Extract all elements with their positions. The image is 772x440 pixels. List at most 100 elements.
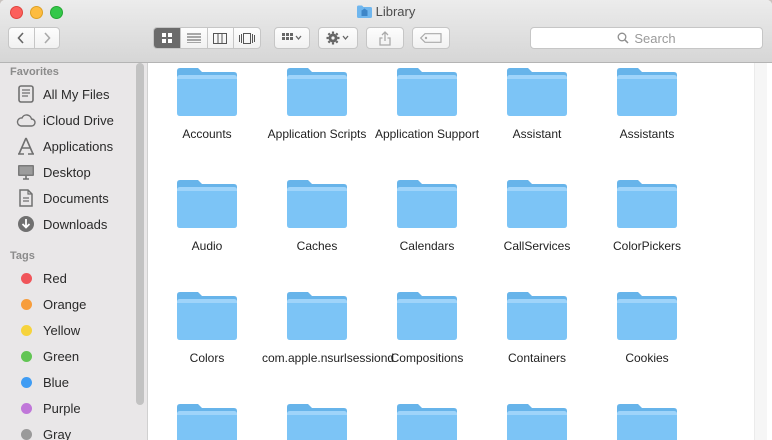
chevron-left-icon: [17, 32, 24, 44]
window-title: Library: [0, 4, 772, 21]
folder-icon: [287, 292, 347, 340]
sidebar-item-applications[interactable]: Applications: [16, 135, 113, 157]
folder-name: com.apple.nsurlsessiond: [262, 351, 395, 365]
folder-icon: [507, 68, 567, 116]
folder-item[interactable]: Caches: [262, 179, 372, 254]
folder-item[interactable]: Containers: [482, 291, 592, 366]
tag-icon: [420, 33, 442, 43]
folder-icon: [177, 404, 237, 440]
share-icon: [379, 30, 391, 46]
red-tag-dot-icon: [21, 272, 32, 284]
folder-item[interactable]: com.apple.nsurlsessiond: [262, 291, 395, 366]
folder-icon: [287, 180, 347, 228]
search-field[interactable]: Search: [530, 27, 763, 49]
action-button[interactable]: [318, 27, 358, 49]
sidebar: Favorites All My Files iCloud Drive Appl…: [0, 63, 148, 440]
sidebar-scrollbar[interactable]: [136, 63, 144, 405]
folder-icon: [397, 404, 457, 440]
cover-flow-button[interactable]: [233, 28, 260, 48]
sidebar-tag-green[interactable]: Green: [16, 345, 79, 367]
green-tag-dot-icon: [21, 350, 32, 362]
folder-icon: [507, 292, 567, 340]
folder-item[interactable]: [372, 403, 482, 440]
sidebar-item-icloud-drive[interactable]: iCloud Drive: [16, 109, 114, 131]
applications-icon: [16, 136, 36, 156]
sidebar-item-label: Orange: [43, 296, 87, 312]
tags-button[interactable]: [412, 27, 450, 49]
folder-item[interactable]: Assistant: [482, 67, 592, 142]
folder-name: Assistants: [619, 127, 675, 141]
favorites-heading: Favorites: [10, 66, 59, 78]
folder-icon: [397, 68, 457, 116]
search-placeholder: Search: [634, 30, 676, 46]
window-title-text: Library: [375, 4, 416, 19]
sidebar-tag-blue[interactable]: Blue: [16, 371, 69, 393]
back-forward-control: [8, 27, 60, 49]
folder-item[interactable]: Application Scripts: [262, 67, 372, 142]
folder-icon: [507, 180, 567, 228]
sidebar-tag-gray[interactable]: Gray: [16, 423, 71, 440]
folder-icon: [177, 180, 237, 228]
sidebar-item-label: Red: [43, 270, 67, 286]
folder-item[interactable]: [592, 403, 702, 440]
folder-item[interactable]: Cookies: [592, 291, 702, 366]
folder-grid: Accounts Application Scripts Application S…: [149, 63, 772, 440]
folder-item[interactable]: Colors: [152, 291, 262, 366]
sidebar-item-label: Purple: [43, 400, 81, 416]
folder-name: Caches: [296, 239, 338, 253]
folder-item[interactable]: [152, 403, 262, 440]
folder-icon: [177, 68, 237, 116]
sidebar-tag-red[interactable]: Red: [16, 267, 67, 289]
folder-name: CallServices: [503, 239, 571, 253]
sidebar-tag-yellow[interactable]: Yellow: [16, 319, 80, 341]
content-scrollbar[interactable]: [754, 63, 767, 440]
sidebar-item-desktop[interactable]: Desktop: [16, 161, 91, 183]
folder-item[interactable]: [262, 403, 372, 440]
folder-name: Colors: [189, 351, 225, 365]
folder-icon: [617, 68, 677, 116]
folder-icon: [287, 68, 347, 116]
folder-name: Audio: [191, 239, 223, 253]
sidebar-item-downloads[interactable]: Downloads: [16, 213, 107, 235]
folder-icon: [177, 292, 237, 340]
folder-item[interactable]: CallServices: [482, 179, 592, 254]
sidebar-item-label: Desktop: [43, 164, 91, 180]
sidebar-item-documents[interactable]: Documents: [16, 187, 109, 209]
folder-name: Containers: [507, 351, 567, 365]
folder-item[interactable]: ColorPickers: [592, 179, 702, 254]
sidebar-item-label: Gray: [43, 426, 72, 440]
finder-window: Library Search Favorites All My Files iC…: [0, 0, 772, 440]
list-view-button[interactable]: [179, 28, 207, 48]
folder-icon: [507, 404, 567, 440]
folder-item[interactable]: Accounts: [152, 67, 262, 142]
search-icon: [617, 32, 629, 44]
icon-view-icon: [161, 33, 172, 43]
orange-tag-dot-icon: [21, 298, 32, 310]
folder-name: Application Support: [374, 127, 480, 141]
documents-icon: [16, 188, 36, 208]
folder-item[interactable]: [482, 403, 592, 440]
chevron-right-icon: [44, 32, 51, 44]
forward-button[interactable]: [33, 28, 60, 48]
sidebar-item-all-my-files[interactable]: All My Files: [16, 83, 109, 105]
folder-item[interactable]: Calendars: [372, 179, 482, 254]
folder-item[interactable]: Audio: [152, 179, 262, 254]
folder-item[interactable]: Compositions: [372, 291, 482, 366]
column-view-button[interactable]: [206, 28, 234, 48]
sidebar-item-label: Documents: [43, 190, 109, 206]
sidebar-item-label: Blue: [43, 374, 70, 390]
sidebar-tag-orange[interactable]: Orange: [16, 293, 86, 315]
folder-name: Calendars: [399, 239, 455, 253]
sidebar-tag-purple[interactable]: Purple: [16, 397, 81, 419]
share-button[interactable]: [366, 27, 404, 49]
folder-item[interactable]: Assistants: [592, 67, 702, 142]
folder-item[interactable]: Application Support: [372, 67, 482, 142]
cover-flow-icon: [239, 32, 256, 44]
icon-view-button[interactable]: [154, 28, 180, 48]
arrange-button[interactable]: [274, 27, 310, 49]
sidebar-item-label: Downloads: [43, 216, 108, 232]
desktop-icon: [16, 162, 36, 182]
tags-heading: Tags: [10, 250, 35, 262]
back-button[interactable]: [9, 28, 34, 48]
sidebar-item-label: Yellow: [43, 322, 81, 338]
